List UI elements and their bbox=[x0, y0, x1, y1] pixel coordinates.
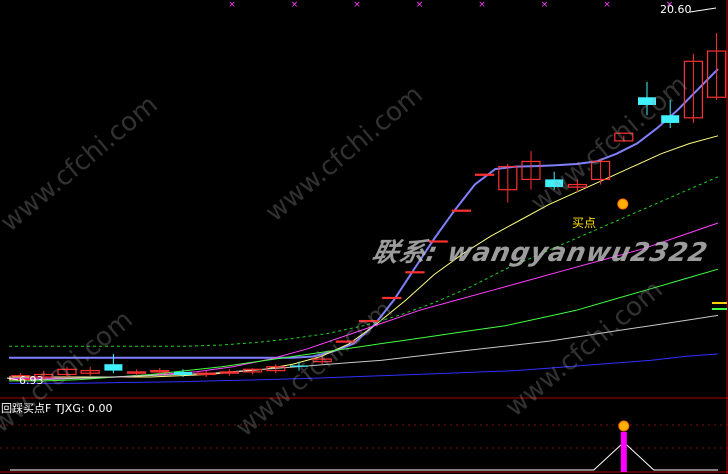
candle-body bbox=[174, 371, 192, 375]
period-marker: × bbox=[416, 0, 424, 10]
price-high-label: 20.60 bbox=[660, 3, 692, 16]
indicator-signal-bar bbox=[620, 432, 627, 472]
period-marker: × bbox=[478, 0, 486, 10]
period-marker: × bbox=[541, 0, 549, 10]
period-marker: × bbox=[353, 0, 361, 10]
candle-body bbox=[104, 364, 123, 371]
candle-body bbox=[382, 296, 402, 300]
candle-body bbox=[405, 271, 425, 274]
indicator-line bbox=[10, 444, 718, 471]
buy-point-icon bbox=[617, 198, 629, 210]
indicator-signal-icon bbox=[618, 420, 630, 432]
period-marker: × bbox=[603, 0, 611, 10]
candle-body bbox=[475, 173, 495, 176]
high-price-arrow bbox=[689, 7, 717, 13]
candle-body bbox=[451, 209, 471, 212]
buy-point-label: 买点 bbox=[572, 216, 597, 230]
contact-watermark: 联系: wangyanwu2322 bbox=[369, 238, 711, 268]
period-marker: × bbox=[228, 0, 236, 10]
period-marker: × bbox=[291, 0, 299, 10]
